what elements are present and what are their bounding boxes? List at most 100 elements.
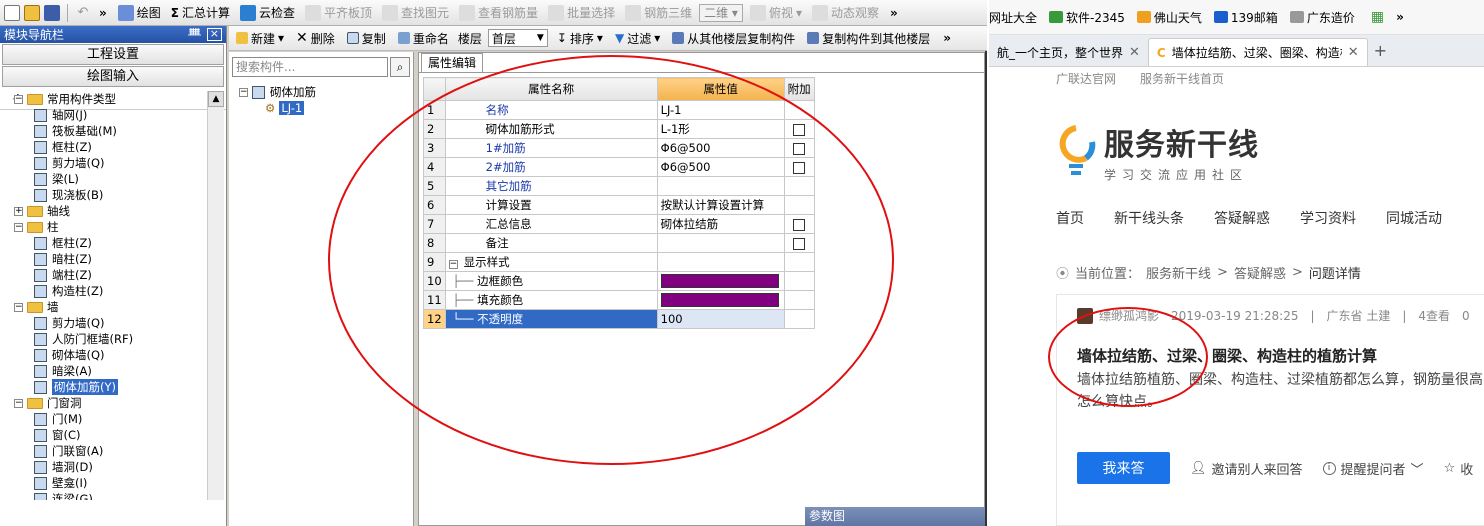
bookmark-item[interactable]: 139邮箱 [1213,9,1278,26]
property-value-cell[interactable] [656,176,785,196]
save-icon[interactable] [44,4,60,21]
cloud-check-button[interactable]: 云检查 [237,4,298,21]
extra-checkbox[interactable] [793,237,806,250]
tree-item[interactable]: 窗(C) [4,427,207,443]
question-title[interactable]: 墙体拉结筋、过梁、圈梁、构造柱的植筋计算 [1077,345,1377,366]
property-name-cell[interactable]: 其它加筋 [444,176,658,196]
property-value-cell[interactable]: 砌体拉结筋 [656,214,785,234]
bookmark-item[interactable]: 软件-2345 [1049,9,1125,26]
property-row[interactable]: 10 ├── 边框颜色 [423,271,815,291]
component-item[interactable]: ⚙ LJ-1 [239,100,316,116]
property-name-cell[interactable]: 汇总信息 [444,214,658,234]
new-component-button[interactable]: 新建 ▾ [233,30,287,47]
flat-slab-button[interactable]: 平齐板顶 [302,4,375,21]
property-name-cell[interactable]: 1#加筋 [444,138,658,158]
sort-button[interactable]: ↧ 排序 ▾ [554,30,606,47]
property-value-cell[interactable]: 按默认计算设置计算 [656,195,785,215]
property-row[interactable]: 2 砌体加筋形式 L-1形 [423,119,815,139]
property-name-cell[interactable]: 备注 [444,233,658,253]
component-tree-root[interactable]: − 砌体加筋 [239,84,316,100]
property-name-cell[interactable]: 名称 [444,100,658,120]
question-author[interactable]: 缥缈孤鸿影 [1099,307,1159,324]
breadcrumb-item[interactable]: 服务新干线 [1146,263,1211,282]
collapse-icon[interactable]: − [448,260,458,269]
collapse-icon[interactable]: − [14,302,23,312]
tree-item[interactable]: 砌体加筋(Y) [4,379,207,395]
copy-button[interactable]: 复制 [344,30,389,47]
copy-to-floor-button[interactable]: 复制构件到其他楼层 [804,30,933,47]
new-file-icon[interactable] [4,4,20,21]
scroll-up-icon[interactable]: ▲ [208,91,224,107]
view-mode-dropdown[interactable]: 二维 ▾ [699,3,743,22]
tree-item[interactable]: 门(M) [4,411,207,427]
tree-item[interactable]: 剪力墙(Q) [4,315,207,331]
site-nav-item[interactable]: 学习资料 [1300,208,1356,228]
property-value-cell[interactable] [656,290,785,310]
property-row[interactable]: 5 其它加筋 [423,176,815,196]
property-name-cell[interactable]: └── 不透明度 [444,309,658,329]
browser-tab[interactable]: C 墙体拉结筋、过梁、圈梁、构造柱 ✕ [1147,38,1368,66]
property-row[interactable]: 12 └── 不透明度 100 [423,309,815,329]
drawing-input-button[interactable]: 绘图输入 [2,66,224,87]
tree-item[interactable]: 梁(L) [4,171,207,187]
delete-button[interactable]: ✕ 删除 [293,30,338,47]
extra-checkbox[interactable] [793,142,806,155]
apps-grid-icon[interactable]: ▦ [1371,9,1384,25]
tree-item[interactable]: 门联窗(A) [4,443,207,459]
new-tab-icon[interactable]: + [1368,41,1393,66]
tree-item[interactable]: 端柱(Z) [4,267,207,283]
bookmark-item[interactable]: 网址大全 [989,9,1037,26]
draw-button[interactable]: 绘图 [115,4,164,21]
property-name-cell[interactable]: 计算设置 [444,195,658,215]
property-row[interactable]: 7 汇总信息 砌体拉结筋 [423,214,815,234]
property-row[interactable]: 4 2#加筋 Φ6@500 [423,157,815,177]
property-name-cell[interactable]: ├── 边框颜色 [444,271,658,291]
close-tab-icon[interactable]: ✕ [1348,45,1359,60]
tree-group[interactable]: − 门窗洞 [4,395,207,411]
bookmark-item[interactable]: 广东造价 [1289,9,1355,26]
component-search-input[interactable]: 搜索构件... [232,57,388,77]
project-settings-button[interactable]: 工程设置 [2,44,224,65]
top-view-button[interactable]: 俯视 ▾ [747,4,805,21]
extra-checkbox[interactable] [793,123,806,136]
property-row[interactable]: 9− 显示样式 [423,252,815,272]
tree-item[interactable]: 现浇板(B) [4,187,207,203]
tree-item[interactable]: 筏板基础(M) [4,123,207,139]
more-chevron-icon[interactable]: » [1396,10,1404,24]
tree-item[interactable]: 暗梁(A) [4,363,207,379]
property-row[interactable]: 8 备注 [423,233,815,253]
close-icon[interactable]: × [206,28,222,41]
tree-item[interactable]: 构造柱(Z) [4,283,207,299]
collapse-icon[interactable]: − [14,94,23,104]
property-name-cell[interactable]: 砌体加筋形式 [444,119,658,139]
expand-icon[interactable]: + [14,206,23,216]
floor-dropdown[interactable]: 首层 ▼ [487,29,548,47]
close-tab-icon[interactable]: ✕ [1129,45,1140,60]
more-chevron-icon[interactable]: » [95,6,111,20]
more-chevron-icon[interactable]: » [939,31,955,45]
tab-property-edit[interactable]: 属性编辑 [421,53,484,72]
tree-item[interactable]: 人防门框墙(RF) [4,331,207,347]
extra-checkbox[interactable] [793,218,806,231]
collect-button[interactable]: ☆ 收 [1444,459,1474,478]
color-swatch[interactable] [660,274,779,289]
link-glodon-site[interactable]: 广联达官网 [1056,70,1116,87]
property-value-cell[interactable]: L-1形 [656,119,785,139]
tree-group[interactable]: + 轴线 [4,203,207,219]
property-name-cell[interactable]: 2#加筋 [444,157,658,177]
filter-button[interactable]: ▼ 过滤 ▾ [612,30,663,47]
collapse-icon[interactable]: − [14,222,23,232]
collapse-icon[interactable]: − [239,87,248,97]
extra-checkbox[interactable] [793,161,806,174]
batch-select-button[interactable]: 批量选择 [545,4,618,21]
tree-item[interactable]: 框柱(Z) [4,139,207,155]
property-value-cell[interactable]: LJ-1 [656,100,785,120]
avatar[interactable] [1077,307,1093,324]
property-value-cell[interactable] [656,271,785,291]
rename-button[interactable]: 重命名 [395,30,452,47]
site-nav-item[interactable]: 答疑解惑 [1214,208,1270,228]
tree-item[interactable]: 壁龛(I) [4,475,207,491]
sum-calc-button[interactable]: Σ 汇总计算 [168,4,233,21]
pin-icon[interactable]: ᚙ [188,28,201,41]
tree-item[interactable]: 墙洞(D) [4,459,207,475]
